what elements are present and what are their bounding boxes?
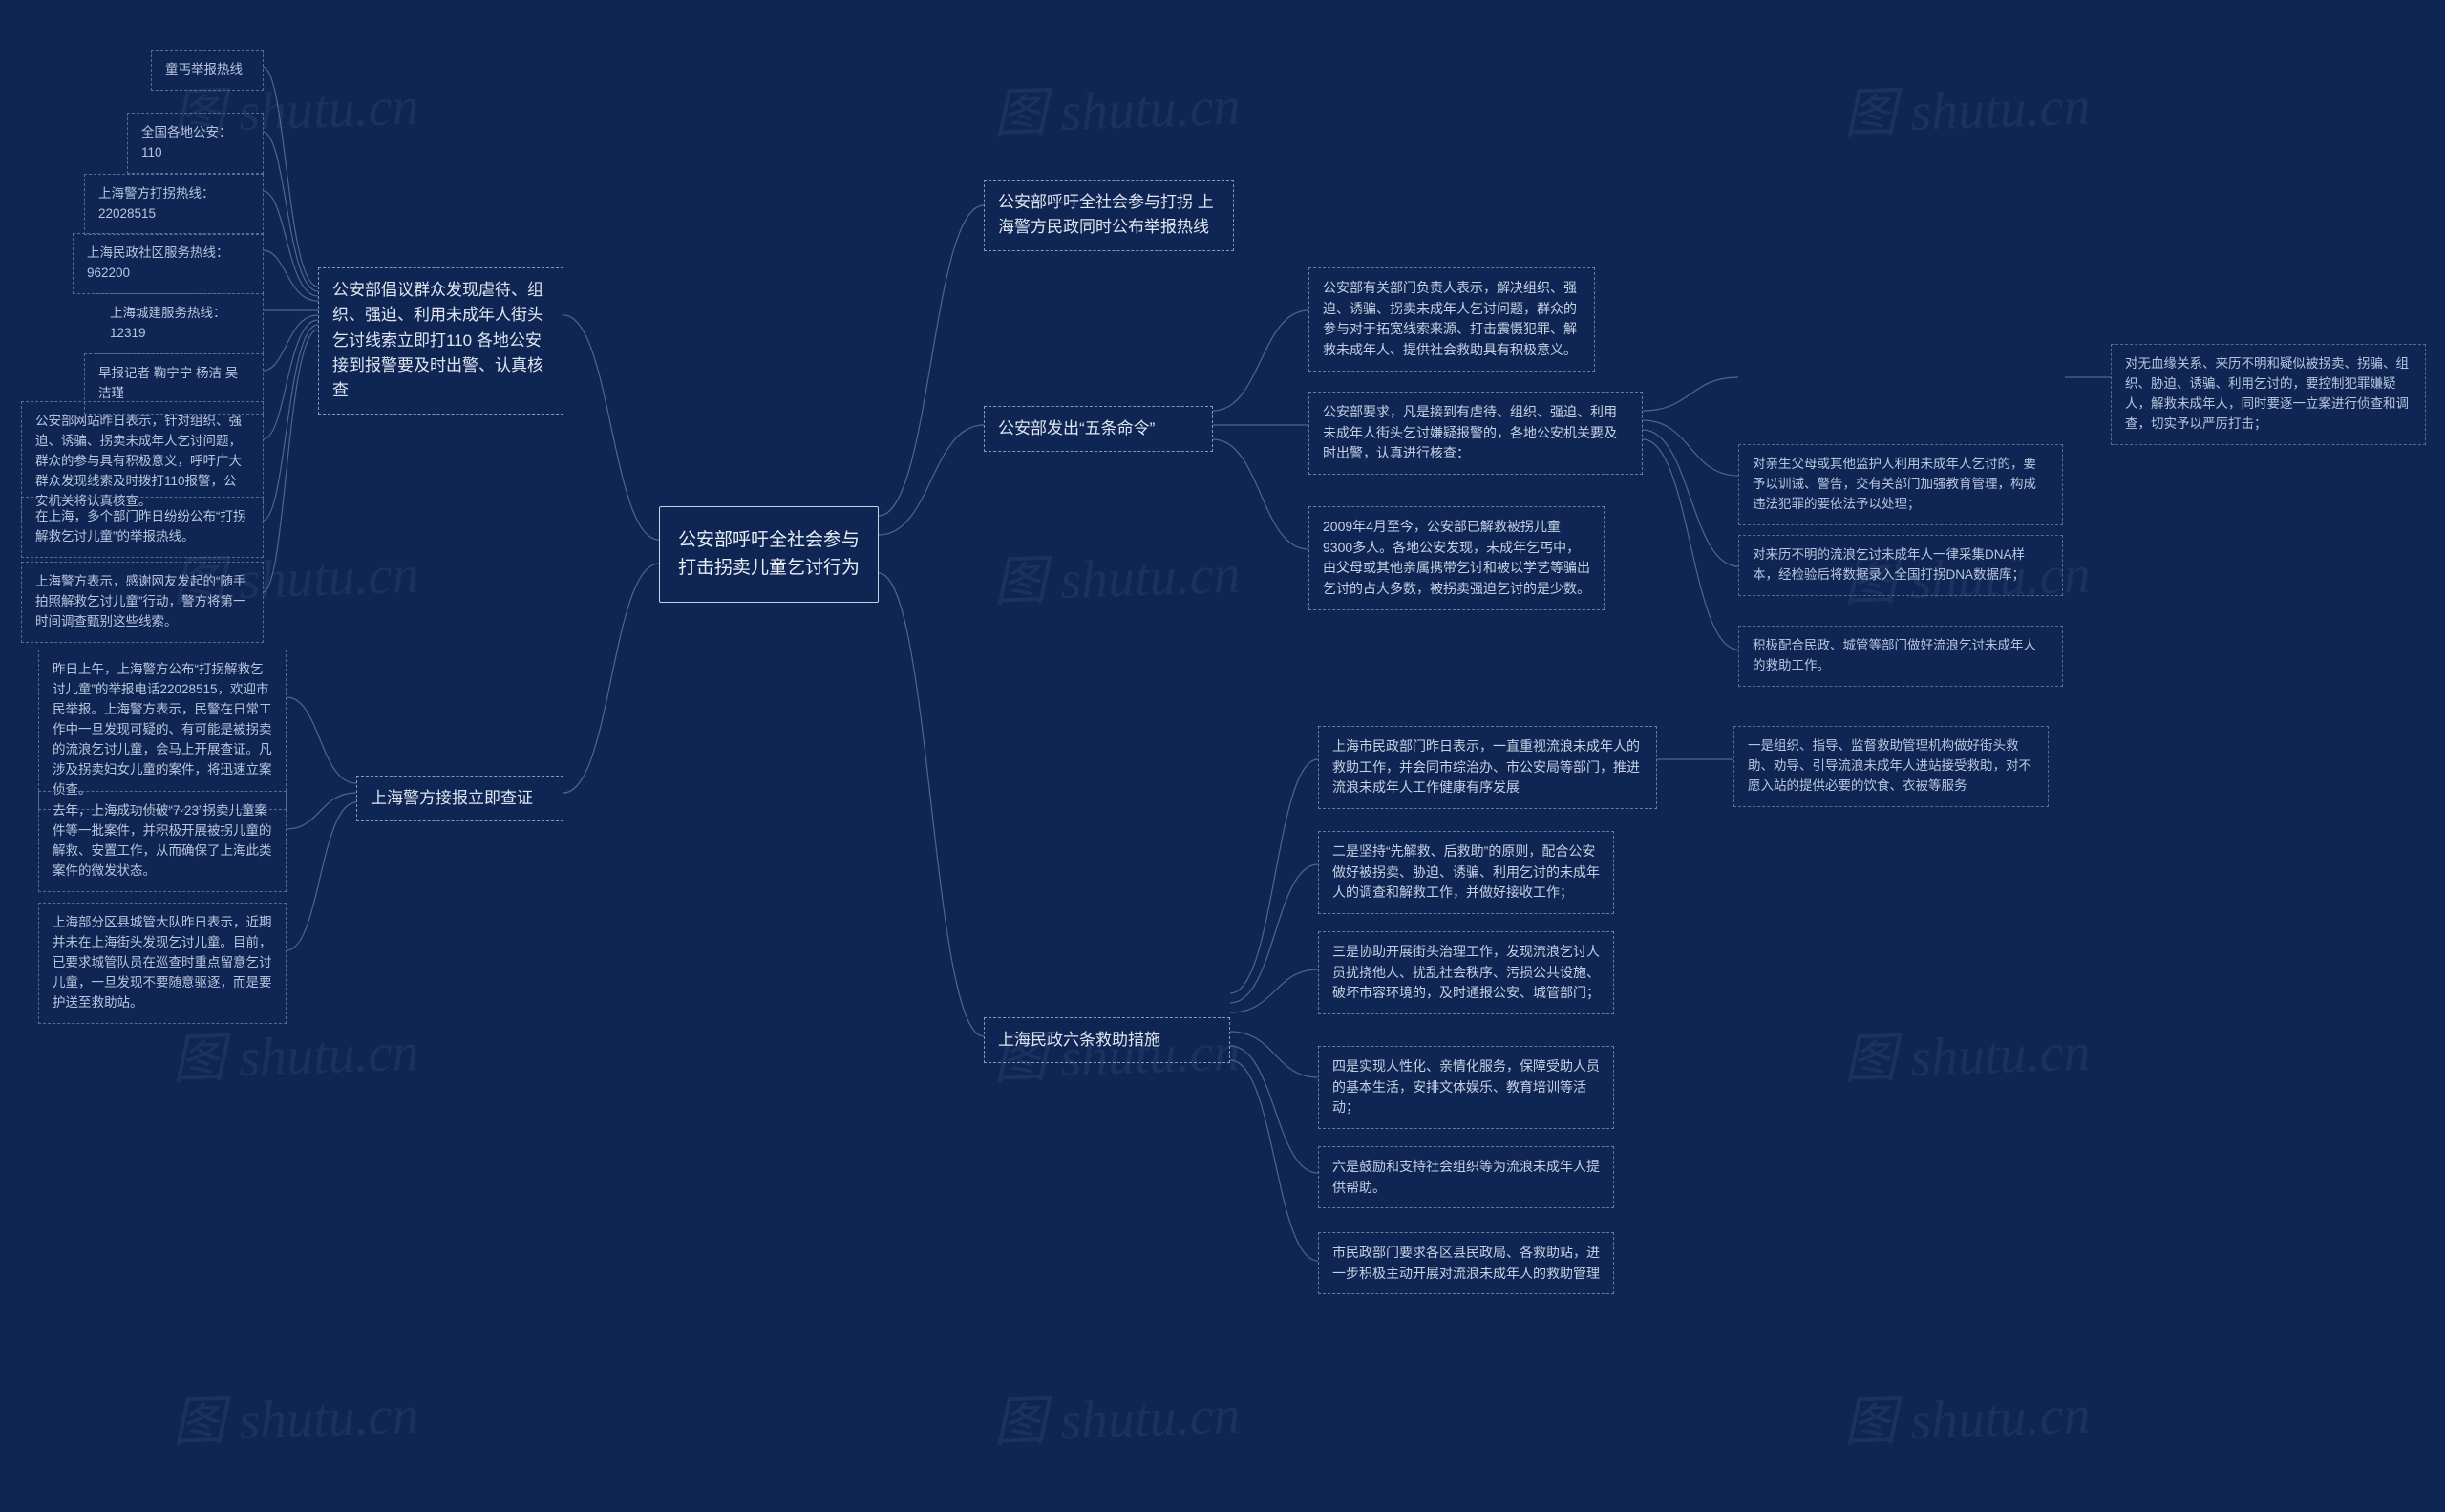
watermark: 图 shutu.cn [171, 1372, 420, 1458]
leaf-b-2[interactable]: 上海部分区县城管大队昨日表示，近期并未在上海街头发现乞讨儿童。目前，已要求城管队… [38, 903, 287, 1024]
leaf-d-2[interactable]: 对来历不明的流浪乞讨未成年人一律采集DNA样本，经检验后将数据录入全国打拐DNA… [1738, 535, 2063, 596]
main-node-e[interactable]: 上海民政六条救助措施 [984, 1017, 1230, 1063]
watermark: 图 shutu.cn [1842, 1009, 2092, 1095]
watermark: 图 shutu.cn [992, 531, 1242, 617]
sub-d-1[interactable]: 2009年4月至今，公安部已解救被拐儿童9300多人。各地公安发现，未成年乞丐中… [1308, 506, 1605, 610]
main-node-d[interactable]: 公安部发出“五条命令” [984, 406, 1213, 452]
leaf-a-2[interactable]: 上海警方打拐热线：22028515 [84, 174, 264, 235]
mindmap-canvas: 图 shutu.cn 图 shutu.cn 图 shutu.cn 图 shutu… [0, 0, 2445, 1512]
leaf-d-3[interactable]: 积极配合民政、城管等部门做好流浪乞讨未成年人的救助工作。 [1738, 626, 2063, 687]
leaf-a-7[interactable]: 在上海，多个部门昨日纷纷公布“打拐解救乞讨儿童”的举报热线。 [21, 497, 264, 558]
watermark: 图 shutu.cn [992, 63, 1242, 149]
watermark: 图 shutu.cn [1842, 63, 2092, 149]
leaf-a-8[interactable]: 上海警方表示，感谢网友发起的“随手拍照解救乞讨儿童”行动，警方将第一时间调查甄别… [21, 562, 264, 643]
sub-e-3[interactable]: 六是鼓励和支持社会组织等为流浪未成年人提供帮助。 [1318, 1146, 1614, 1208]
leaf-b-1[interactable]: 去年，上海成功侦破“7·23”拐卖儿童案件等一批案件，并积极开展被拐儿童的解救、… [38, 791, 287, 892]
sub-e-lead[interactable]: 上海市民政部门昨日表示，一直重视流浪未成年人的救助工作，并会同市综治办、市公安局… [1318, 726, 1657, 809]
sub-d-lead[interactable]: 公安部要求，凡是接到有虐待、组织、强迫、利用未成年人街头乞讨嫌疑报警的，各地公安… [1308, 392, 1643, 475]
leaf-a-1[interactable]: 全国各地公安：110 [127, 113, 264, 174]
leaf-a-3[interactable]: 上海民政社区服务热线：962200 [73, 233, 264, 294]
sub-e-0[interactable]: 二是坚持“先解救、后救助”的原则，配合公安做好被拐卖、胁迫、诱骗、利用乞讨的未成… [1318, 831, 1614, 914]
main-node-a[interactable]: 公安部倡议群众发现虐待、组织、强迫、利用未成年人街头乞讨线索立即打110 各地公… [318, 267, 563, 415]
sub-e-2[interactable]: 四是实现人性化、亲情化服务，保障受助人员的基本生活，安排文体娱乐、教育培训等活动… [1318, 1046, 1614, 1129]
sub-d-0[interactable]: 公安部有关部门负责人表示，解决组织、强迫、诱骗、拐卖未成年人乞讨问题，群众的参与… [1308, 267, 1595, 372]
main-node-b[interactable]: 上海警方接报立即查证 [356, 776, 563, 821]
leaf-d-1[interactable]: 对亲生父母或其他监护人利用未成年人乞讨的，要予以训诫、警告，交有关部门加强教育管… [1738, 444, 2063, 525]
center-node[interactable]: 公安部呼吁全社会参与打击拐卖儿童乞讨行为 [659, 506, 879, 603]
leaf-b-0[interactable]: 昨日上午，上海警方公布“打拐解救乞讨儿童”的举报电话22028515，欢迎市民举… [38, 650, 287, 810]
leaf-a-4[interactable]: 上海城建服务热线：12319 [96, 293, 264, 354]
watermark: 图 shutu.cn [992, 1372, 1242, 1458]
leaf-d-0[interactable]: 对无血缘关系、来历不明和疑似被拐卖、拐骗、组织、胁迫、诱骗、利用乞讨的，要控制犯… [2111, 344, 2426, 445]
sub-e-4[interactable]: 市民政部门要求各区县民政局、各救助站，进一步积极主动开展对流浪未成年人的救助管理 [1318, 1232, 1614, 1294]
main-node-c[interactable]: 公安部呼吁全社会参与打拐 上海警方民政同时公布举报热线 [984, 180, 1234, 251]
leaf-e-lead[interactable]: 一是组织、指导、监督救助管理机构做好街头救助、劝导、引导流浪未成年人进站接受救助… [1733, 726, 2049, 807]
watermark: 图 shutu.cn [1842, 1372, 2092, 1458]
sub-e-1[interactable]: 三是协助开展街头治理工作，发现流浪乞讨人员扰挠他人、扰乱社会秩序、污损公共设施、… [1318, 931, 1614, 1014]
leaf-a-0[interactable]: 童丐举报热线 [151, 50, 264, 91]
